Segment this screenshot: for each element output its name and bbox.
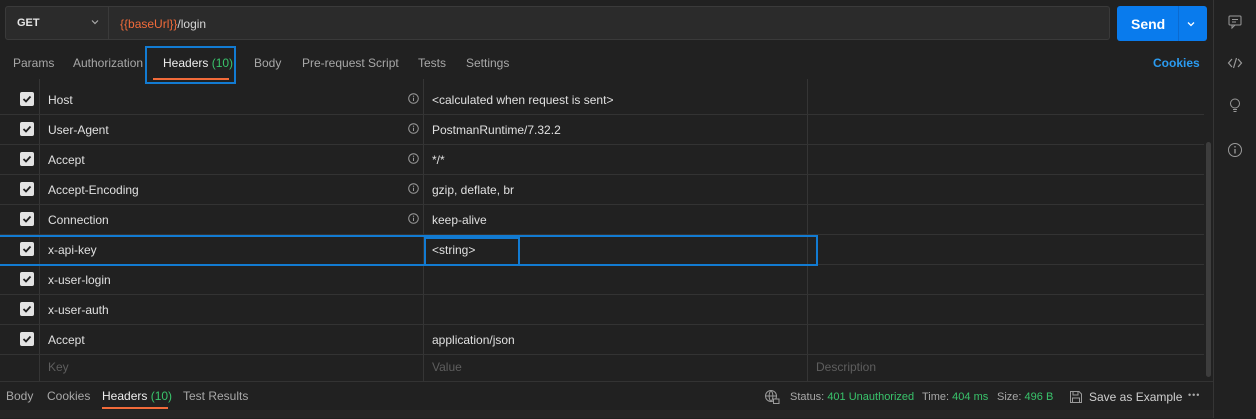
table-row: Accept application/json xyxy=(0,324,1204,355)
row-checkbox[interactable] xyxy=(20,122,34,136)
code-icon[interactable] xyxy=(1227,55,1243,71)
row-checkbox[interactable] xyxy=(20,302,34,316)
row-checkbox[interactable] xyxy=(20,272,34,286)
status-label: Status: xyxy=(790,391,825,403)
info-icon[interactable] xyxy=(408,213,419,224)
checkmark-icon xyxy=(22,125,32,133)
row-checkbox[interactable] xyxy=(20,92,34,106)
header-value[interactable]: application/json xyxy=(432,333,515,347)
response-tab-body[interactable]: Body xyxy=(6,389,33,403)
url-input[interactable]: {{baseUrl}}/login xyxy=(109,6,1110,40)
header-key[interactable]: x-user-auth xyxy=(48,303,109,317)
chevron-down-icon xyxy=(91,20,99,25)
key-placeholder[interactable]: Key xyxy=(48,360,69,374)
info-icon[interactable] xyxy=(408,153,419,164)
response-active-tab-indicator xyxy=(102,407,168,409)
response-tab-cookies[interactable]: Cookies xyxy=(47,389,90,403)
table-row: Accept-Encoding gzip, deflate, br xyxy=(0,174,1204,205)
tab-settings[interactable]: Settings xyxy=(466,56,509,70)
url-variable: {{baseUrl}} xyxy=(120,17,178,31)
cookies-link[interactable]: Cookies xyxy=(1153,56,1200,70)
header-key[interactable]: Connection xyxy=(48,213,109,227)
tab-body[interactable]: Body xyxy=(254,56,281,70)
time-value: 404 ms xyxy=(952,391,989,403)
row-checkbox[interactable] xyxy=(20,152,34,166)
size-label: Size: xyxy=(997,391,1022,403)
url-path: /login xyxy=(177,17,207,31)
checkmark-icon xyxy=(22,275,32,283)
save-icon xyxy=(1070,391,1082,403)
table-row: x-user-auth xyxy=(0,294,1204,325)
header-key[interactable]: Accept xyxy=(48,333,85,347)
time-label: Time: xyxy=(922,391,950,403)
header-key[interactable]: Accept-Encoding xyxy=(48,183,139,197)
tab-pre-request-script[interactable]: Pre-request Script xyxy=(302,56,399,70)
header-key[interactable]: x-user-login xyxy=(48,273,111,287)
checkmark-icon xyxy=(22,335,32,343)
info-icon[interactable] xyxy=(408,93,419,104)
x-api-key-row-highlight xyxy=(0,235,818,266)
globe-lock-icon[interactable] xyxy=(764,389,780,405)
header-value[interactable]: */* xyxy=(432,153,445,167)
status-value: 401 Unauthorized xyxy=(827,391,915,403)
header-value[interactable]: PostmanRuntime/7.32.2 xyxy=(432,123,561,137)
description-placeholder[interactable]: Description xyxy=(816,360,876,374)
scrollbar-thumb[interactable] xyxy=(1206,142,1211,377)
tab-tests[interactable]: Tests xyxy=(418,56,446,70)
new-header-row: Key Value Description xyxy=(0,352,1204,382)
row-checkbox[interactable] xyxy=(20,212,34,226)
response-tab-test-results[interactable]: Test Results xyxy=(183,389,248,403)
header-key[interactable]: Host xyxy=(48,93,73,107)
header-key[interactable]: Accept xyxy=(48,153,85,167)
info-icon[interactable] xyxy=(408,183,419,194)
checkmark-icon xyxy=(22,185,32,193)
table-row: Connection keep-alive xyxy=(0,204,1204,235)
info-icon[interactable] xyxy=(1227,142,1243,158)
table-row: Host <calculated when request is sent> xyxy=(0,84,1204,115)
info-icon[interactable] xyxy=(408,123,419,134)
more-options-button[interactable]: ••• xyxy=(1188,390,1200,400)
size-value: 496 B xyxy=(1024,391,1054,403)
row-checkbox[interactable] xyxy=(20,182,34,196)
lightbulb-icon[interactable] xyxy=(1227,97,1243,113)
tab-params[interactable]: Params xyxy=(13,56,54,70)
method-select[interactable]: GET xyxy=(5,6,109,40)
checkmark-icon xyxy=(22,95,32,103)
table-row: User-Agent PostmanRuntime/7.32.2 xyxy=(0,114,1204,145)
response-tab-headers-label: Headers xyxy=(102,389,148,403)
tab-authorization[interactable]: Authorization xyxy=(73,56,143,70)
response-tab-headers[interactable]: Headers (10) xyxy=(102,389,172,403)
checkmark-icon xyxy=(22,155,32,163)
response-tab-headers-count: (10) xyxy=(150,389,173,403)
table-row: x-user-login xyxy=(0,264,1204,295)
save-as-example-button[interactable]: Save as Example xyxy=(1089,390,1182,404)
value-placeholder[interactable]: Value xyxy=(432,360,462,374)
checkmark-icon xyxy=(22,305,32,313)
row-checkbox[interactable] xyxy=(20,332,34,346)
right-sidebar xyxy=(1213,0,1256,418)
x-api-key-value-highlight xyxy=(424,237,520,266)
header-key[interactable]: User-Agent xyxy=(48,123,109,137)
send-dropdown-icon[interactable] xyxy=(1185,18,1197,30)
header-value[interactable]: gzip, deflate, br xyxy=(432,183,514,197)
table-row: Accept */* xyxy=(0,144,1204,175)
comments-icon[interactable] xyxy=(1227,14,1243,30)
header-value[interactable]: <calculated when request is sent> xyxy=(432,93,613,107)
send-button[interactable]: Send xyxy=(1117,6,1207,41)
send-label: Send xyxy=(1131,16,1166,32)
method-label: GET xyxy=(17,17,40,29)
header-value[interactable]: keep-alive xyxy=(432,213,487,227)
checkmark-icon xyxy=(22,215,32,223)
